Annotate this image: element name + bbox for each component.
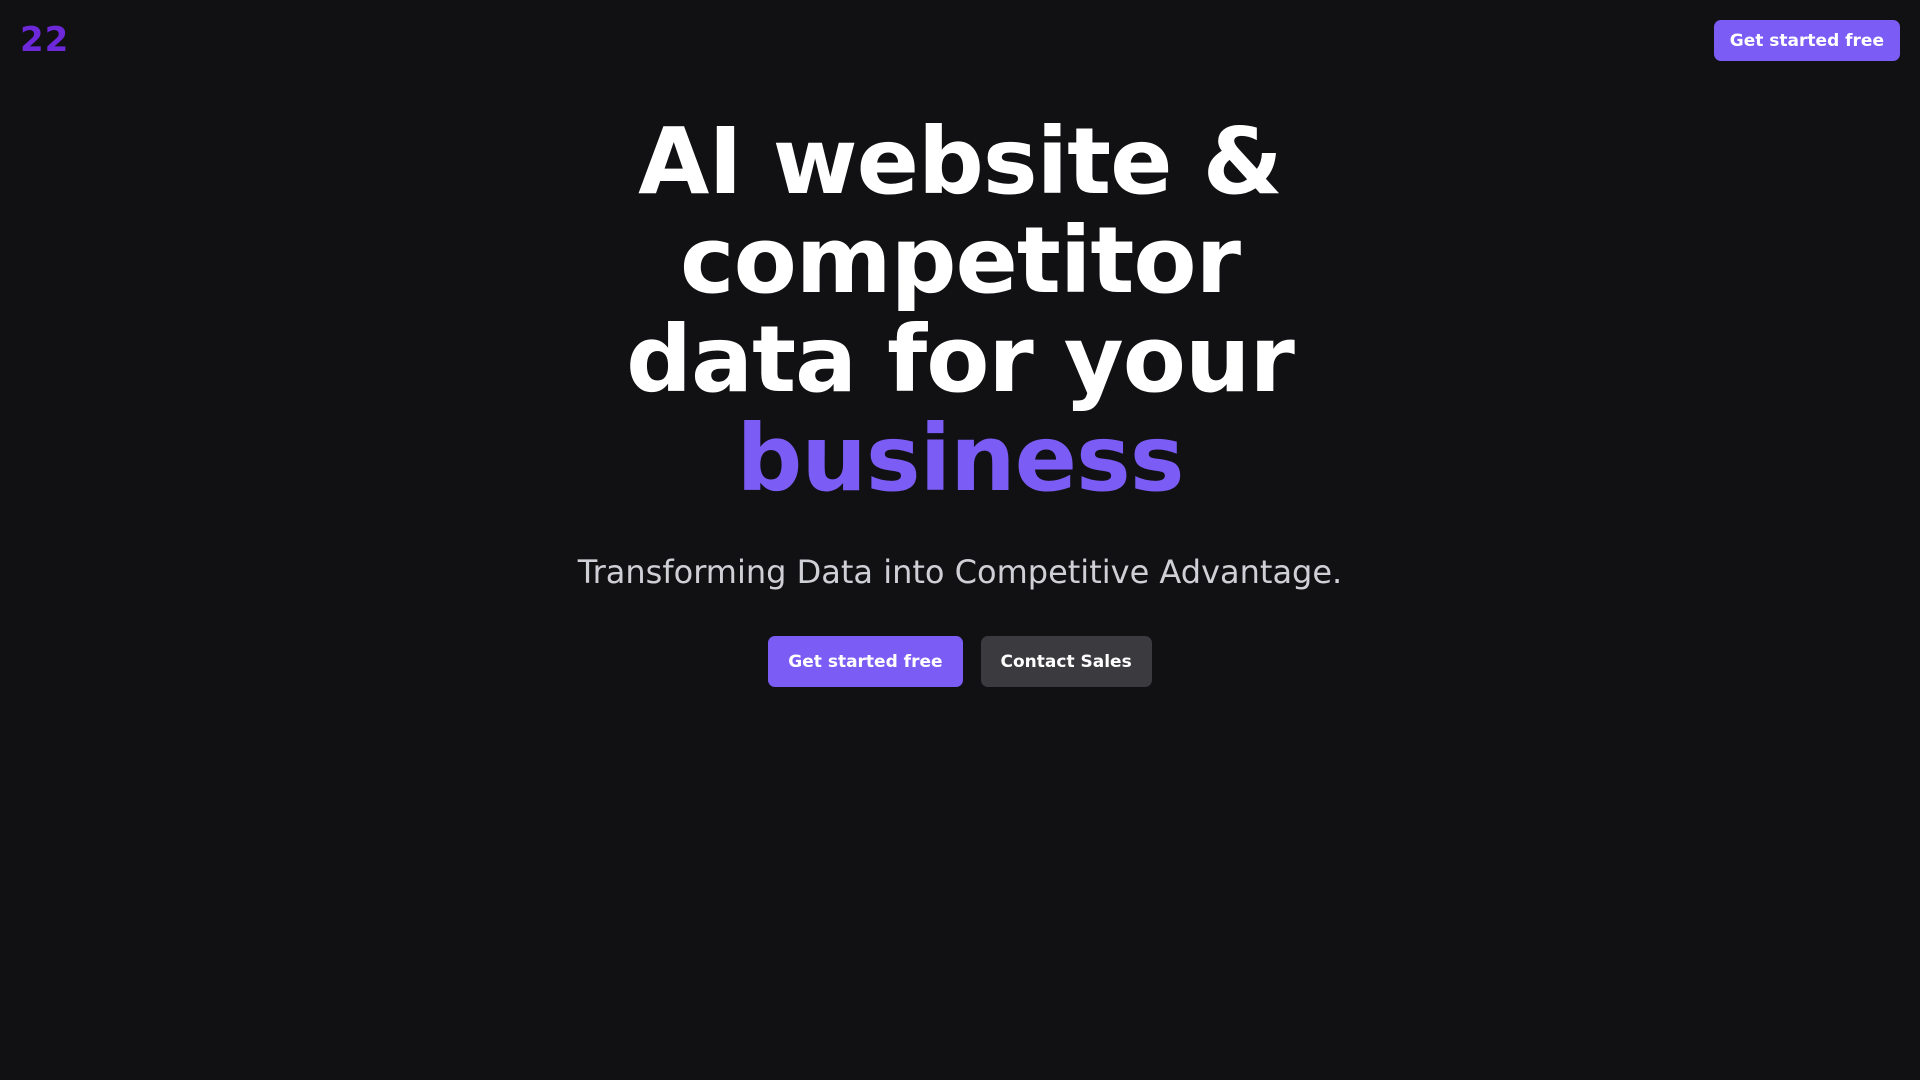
logo[interactable]: 22 [20, 18, 69, 62]
landing-page: 22 Get started free AI website & competi… [0, 0, 1920, 1080]
hero-subtitle: Transforming Data into Competitive Advan… [577, 553, 1343, 591]
get-started-button[interactable]: Get started free [768, 636, 963, 687]
hero-section: AI website & competitor data for your bu… [0, 112, 1920, 687]
headline-accent-word: business [736, 405, 1184, 512]
headline-line-1: AI website & [638, 108, 1283, 215]
headline-line-2: competitor [680, 207, 1241, 314]
headline-line-3: data for your [626, 306, 1295, 413]
hero-headline: AI website & competitor data for your bu… [0, 112, 1920, 508]
hero-cta-row: Get started free Contact Sales [0, 636, 1920, 687]
header-get-started-button[interactable]: Get started free [1713, 20, 1900, 61]
contact-sales-button[interactable]: Contact Sales [980, 636, 1152, 687]
